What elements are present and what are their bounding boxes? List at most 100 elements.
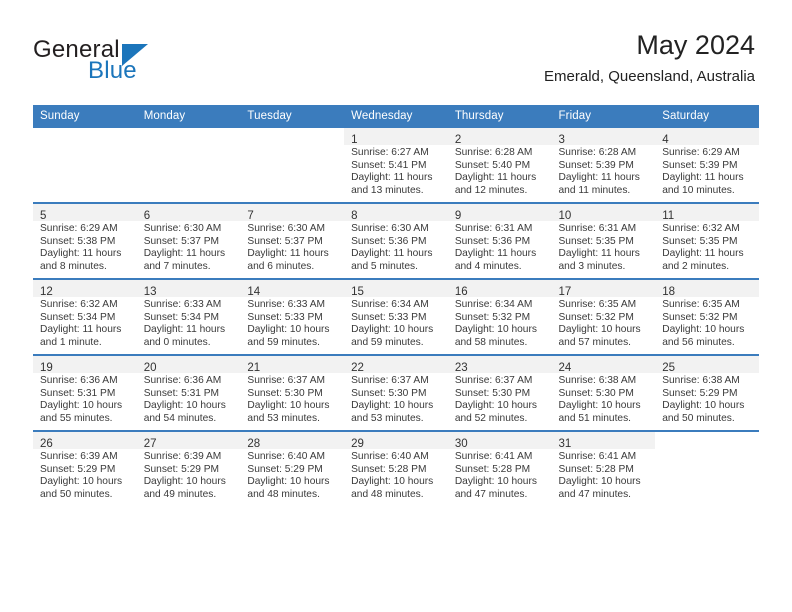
day-number: 26 — [40, 438, 53, 450]
sunset-time: Sunset: 5:32 PM — [454, 311, 531, 323]
calendar-day-cell[interactable]: 21 Sunrise: 6:37 AM Sunset: 5:30 PM Dayligh… — [240, 354, 345, 431]
day-cell-content: 7 Sunrise: 6:30 AM Sunset: 5:37 PM Daylight… — [240, 204, 345, 278]
sunrise-time: Sunrise: 6:32 AM — [40, 299, 118, 310]
calendar-day-cell[interactable]: 16 Sunrise: 6:34 AM Sunset: 5:32 PM Dayligh… — [447, 278, 552, 355]
day-number-band: 31 — [551, 432, 656, 450]
sunset-time: Sunset: 5:33 PM — [247, 311, 323, 323]
weekday-header-friday: Friday — [551, 105, 656, 128]
sunset-time: Sunset: 5:32 PM — [558, 311, 634, 323]
day-number: 17 — [558, 286, 572, 298]
daylight-duration-line1: Daylight: 11 hours — [143, 248, 226, 260]
day-number-band: 28 — [240, 432, 345, 450]
day-cell-content: 3 Sunrise: 6:28 AM Sunset: 5:39 PM Daylight… — [551, 128, 656, 202]
daylight-duration-line2: and 51 minutes. — [558, 412, 632, 424]
calendar-day-cell[interactable] — [33, 128, 137, 203]
sunset-time: Sunset: 5:38 PM — [40, 235, 116, 247]
day-number-band: 17 — [551, 280, 656, 298]
daylight-duration-line2: and 50 minutes. — [40, 488, 113, 500]
empty-day-cell — [137, 128, 241, 202]
sunset-time: Sunset: 5:28 PM — [454, 463, 531, 475]
calendar-day-cell[interactable]: 13 Sunrise: 6:33 AM Sunset: 5:34 PM Dayligh… — [136, 278, 241, 355]
calendar-day-cell[interactable]: 31 Sunrise: 6:41 AM Sunset: 5:28 PM Dayligh… — [551, 430, 656, 506]
calendar-day-cell[interactable]: 4 Sunrise: 6:29 AM Sunset: 5:39 PM Daylight… — [655, 128, 759, 203]
calendar-day-cell[interactable]: 24 Sunrise: 6:38 AM Sunset: 5:30 PM Dayligh… — [551, 354, 656, 431]
day-number-band: 26 — [33, 432, 137, 450]
sunrise-time: Sunrise: 6:30 AM — [143, 223, 222, 234]
sunset-time: Sunset: 5:34 PM — [143, 311, 220, 323]
day-cell-content: 17 Sunrise: 6:35 AM Sunset: 5:32 PM Dayligh… — [551, 280, 656, 354]
day-sun-info: Sunrise: 6:32 AM Sunset: 5:35 PM Daylight:… — [655, 221, 759, 273]
calendar-day-cell[interactable]: 11 Sunrise: 6:32 AM Sunset: 5:35 PM Dayligh… — [655, 202, 759, 279]
calendar-day-cell[interactable]: 27 Sunrise: 6:39 AM Sunset: 5:29 PM Dayligh… — [136, 430, 241, 506]
calendar-day-cell[interactable]: 29 Sunrise: 6:40 AM Sunset: 5:28 PM Dayligh… — [344, 430, 448, 506]
calendar-day-cell[interactable]: 26 Sunrise: 6:39 AM Sunset: 5:29 PM Dayligh… — [33, 430, 137, 506]
calendar-day-cell[interactable]: 8 Sunrise: 6:30 AM Sunset: 5:36 PM Daylight… — [344, 202, 448, 279]
calendar-day-cell[interactable]: 2 Sunrise: 6:28 AM Sunset: 5:40 PM Daylight… — [447, 128, 552, 203]
day-number: 28 — [247, 438, 261, 450]
calendar-day-cell[interactable]: 18 Sunrise: 6:35 AM Sunset: 5:32 PM Dayligh… — [655, 278, 759, 355]
calendar-day-cell[interactable]: 15 Sunrise: 6:34 AM Sunset: 5:33 PM Dayligh… — [344, 278, 448, 355]
sunset-time: Sunset: 5:36 PM — [351, 235, 427, 247]
calendar-day-cell[interactable]: 19 Sunrise: 6:36 AM Sunset: 5:31 PM Dayligh… — [33, 354, 137, 431]
sunrise-time: Sunrise: 6:37 AM — [454, 375, 533, 386]
calendar-day-cell[interactable] — [240, 128, 345, 203]
sunrise-time: Sunrise: 6:37 AM — [351, 375, 429, 386]
daylight-duration-line1: Daylight: 10 hours — [351, 324, 434, 336]
day-cell-content: 28 Sunrise: 6:40 AM Sunset: 5:29 PM Dayligh… — [240, 432, 345, 506]
brand-logo[interactable]: General Blue — [33, 36, 173, 86]
sunrise-time: Sunrise: 6:38 AM — [558, 375, 637, 386]
day-sun-info: Sunrise: 6:38 AM Sunset: 5:30 PM Daylight:… — [552, 373, 656, 425]
daylight-duration-line2: and 59 minutes. — [351, 336, 424, 348]
sunset-time: Sunset: 5:31 PM — [40, 387, 116, 399]
calendar-day-cell[interactable]: 23 Sunrise: 6:37 AM Sunset: 5:30 PM Dayligh… — [447, 354, 552, 431]
calendar-day-cell[interactable]: 20 Sunrise: 6:36 AM Sunset: 5:31 PM Dayligh… — [136, 354, 241, 431]
day-number: 7 — [247, 210, 254, 222]
daylight-duration-line1: Daylight: 10 hours — [351, 476, 434, 488]
calendar-day-cell[interactable]: 10 Sunrise: 6:31 AM Sunset: 5:35 PM Dayligh… — [551, 202, 656, 279]
day-number-band: 5 — [33, 204, 137, 222]
day-number-band — [240, 128, 344, 145]
calendar-week-row: 1 Sunrise: 6:27 AM Sunset: 5:41 PM Daylight… — [33, 128, 759, 203]
day-sun-info: Sunrise: 6:39 AM Sunset: 5:29 PM Daylight:… — [137, 449, 241, 501]
daylight-duration-line2: and 56 minutes. — [662, 336, 735, 348]
day-number: 14 — [247, 286, 261, 298]
calendar-day-cell[interactable] — [655, 430, 759, 506]
day-number-band: 2 — [447, 128, 552, 146]
daylight-duration-line2: and 6 minutes. — [247, 260, 315, 272]
calendar-day-cell[interactable]: 28 Sunrise: 6:40 AM Sunset: 5:29 PM Dayligh… — [240, 430, 345, 506]
day-sun-info: Sunrise: 6:37 AM Sunset: 5:30 PM Daylight:… — [344, 373, 448, 425]
day-cell-content: 1 Sunrise: 6:27 AM Sunset: 5:41 PM Daylight… — [344, 128, 448, 202]
daylight-duration-line2: and 13 minutes. — [351, 184, 424, 196]
calendar-day-cell[interactable]: 17 Sunrise: 6:35 AM Sunset: 5:32 PM Dayligh… — [551, 278, 656, 355]
sunset-time: Sunset: 5:41 PM — [351, 159, 427, 171]
calendar-day-cell[interactable]: 30 Sunrise: 6:41 AM Sunset: 5:28 PM Dayligh… — [447, 430, 552, 506]
calendar-day-cell[interactable]: 6 Sunrise: 6:30 AM Sunset: 5:37 PM Daylight… — [136, 202, 241, 279]
sunset-time: Sunset: 5:29 PM — [143, 463, 220, 475]
sunrise-time: Sunrise: 6:35 AM — [662, 299, 740, 310]
calendar-day-cell[interactable]: 1 Sunrise: 6:27 AM Sunset: 5:41 PM Daylight… — [344, 128, 448, 203]
day-sun-info: Sunrise: 6:28 AM Sunset: 5:39 PM Daylight:… — [552, 145, 656, 197]
daylight-duration-line2: and 53 minutes. — [351, 412, 424, 424]
day-sun-info: Sunrise: 6:41 AM Sunset: 5:28 PM Daylight:… — [552, 449, 656, 501]
day-sun-info: Sunrise: 6:35 AM Sunset: 5:32 PM Daylight:… — [655, 297, 759, 349]
calendar-day-cell[interactable]: 12 Sunrise: 6:32 AM Sunset: 5:34 PM Dayligh… — [33, 278, 137, 355]
day-cell-content: 8 Sunrise: 6:30 AM Sunset: 5:36 PM Daylight… — [344, 204, 448, 278]
calendar-day-cell[interactable]: 3 Sunrise: 6:28 AM Sunset: 5:39 PM Daylight… — [551, 128, 656, 203]
day-number-band: 13 — [136, 280, 241, 298]
sunrise-time: Sunrise: 6:30 AM — [247, 223, 325, 234]
calendar-day-cell[interactable]: 5 Sunrise: 6:29 AM Sunset: 5:38 PM Daylight… — [33, 202, 137, 279]
calendar-day-cell[interactable]: 25 Sunrise: 6:38 AM Sunset: 5:29 PM Dayligh… — [655, 354, 759, 431]
day-cell-content: 9 Sunrise: 6:31 AM Sunset: 5:36 PM Daylight… — [447, 204, 552, 278]
daylight-duration-line1: Daylight: 10 hours — [143, 476, 226, 488]
calendar-day-cell[interactable] — [136, 128, 241, 203]
daylight-duration-line1: Daylight: 10 hours — [662, 324, 745, 336]
calendar-day-cell[interactable]: 14 Sunrise: 6:33 AM Sunset: 5:33 PM Dayligh… — [240, 278, 345, 355]
calendar-day-cell[interactable]: 9 Sunrise: 6:31 AM Sunset: 5:36 PM Daylight… — [447, 202, 552, 279]
sunrise-time: Sunrise: 6:27 AM — [351, 147, 429, 158]
daylight-duration-line2: and 7 minutes. — [143, 260, 211, 272]
calendar-day-cell[interactable]: 22 Sunrise: 6:37 AM Sunset: 5:30 PM Dayligh… — [344, 354, 448, 431]
day-number-band: 1 — [344, 128, 448, 146]
calendar-day-cell[interactable]: 7 Sunrise: 6:30 AM Sunset: 5:37 PM Daylight… — [240, 202, 345, 279]
sunrise-time: Sunrise: 6:32 AM — [662, 223, 740, 234]
calendar-week-row: 19 Sunrise: 6:36 AM Sunset: 5:31 PM Dayligh… — [33, 354, 759, 431]
